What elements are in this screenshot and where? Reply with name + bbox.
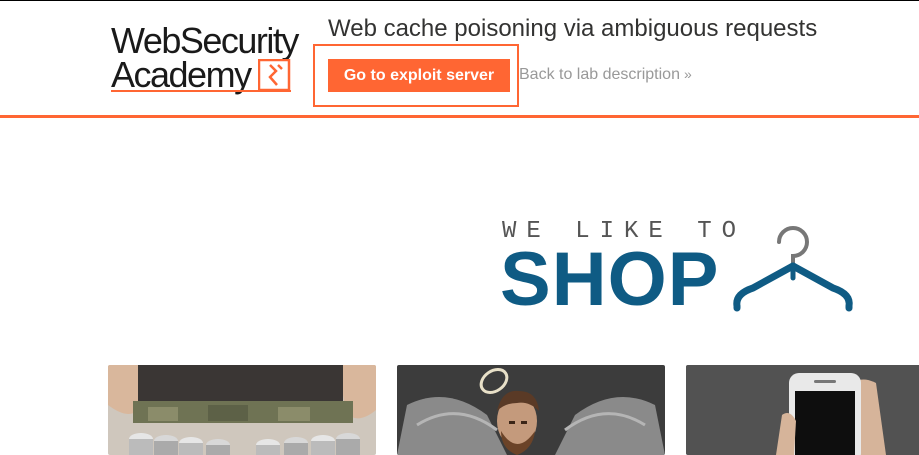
back-link-label: Back to lab description <box>519 66 680 83</box>
product-image-1[interactable] <box>108 365 376 455</box>
product-photo-angel <box>397 365 665 455</box>
academy-header: WebSecurity Academy Web cache poisoning … <box>0 1 919 116</box>
chevron-right-double-icon: » <box>683 66 692 82</box>
back-to-lab-description-link[interactable]: Back to lab description» <box>519 66 692 84</box>
go-to-exploit-server-button[interactable]: Go to exploit server <box>328 59 510 92</box>
logo-text-line2: Academy <box>111 54 252 95</box>
logo-underline <box>111 90 291 92</box>
lab-title: Web cache poisoning via ambiguous reques… <box>328 15 818 42</box>
product-photo-belt <box>108 365 376 455</box>
product-photo-phone <box>686 365 919 455</box>
coat-hanger-icon <box>733 226 853 312</box>
banner-headline: SHOP <box>500 237 720 322</box>
product-image-2[interactable] <box>397 365 665 455</box>
web-security-academy-logo[interactable]: WebSecurity Academy <box>108 23 313 95</box>
header-divider <box>0 115 919 118</box>
academy-flame-icon <box>258 59 291 92</box>
product-image-3[interactable] <box>686 365 919 455</box>
